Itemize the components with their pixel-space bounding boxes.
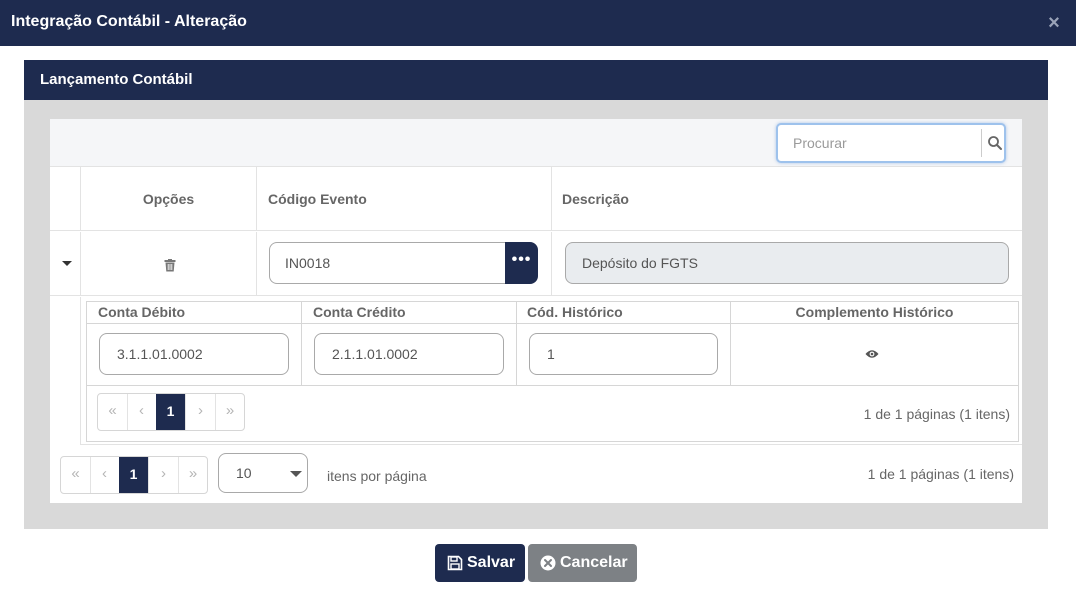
floppy-disk-icon bbox=[447, 555, 463, 571]
items-per-page-label: itens por página bbox=[327, 468, 427, 484]
grid-pagination: « ‹ 1 › » bbox=[60, 456, 208, 494]
trash-icon[interactable] bbox=[164, 259, 176, 272]
options-cell bbox=[81, 232, 257, 296]
credit-account-cell: 2.1.1.01.0002 bbox=[302, 324, 517, 386]
page-size-value: 10 bbox=[236, 465, 252, 481]
debit-account-cell: 3.1.1.01.0002 bbox=[87, 324, 302, 386]
eye-icon[interactable] bbox=[865, 349, 879, 359]
debit-account-input[interactable]: 3.1.1.01.0002 bbox=[99, 333, 289, 375]
credit-account-input[interactable]: 2.1.1.01.0002 bbox=[314, 333, 504, 375]
first-page-button[interactable]: « bbox=[98, 394, 128, 430]
caret-down-icon[interactable] bbox=[62, 261, 72, 266]
column-header-debit-account: Conta Débito bbox=[87, 302, 302, 324]
description-field: Depósito do FGTS bbox=[565, 242, 1009, 284]
modal-header: Integração Contábil - Alteração × bbox=[0, 0, 1076, 46]
panel-header: Lançamento Contábil bbox=[24, 60, 1048, 100]
event-code-cell: IN0018 ••• bbox=[257, 232, 552, 296]
accounting-entry-panel: Lançamento Contábil Opções Código Evento… bbox=[24, 60, 1048, 529]
event-code-input[interactable]: IN0018 bbox=[269, 242, 505, 284]
detail-pagination: « ‹ 1 › » bbox=[97, 393, 245, 431]
modal-title: Integração Contábil - Alteração bbox=[11, 13, 247, 30]
close-icon[interactable]: × bbox=[1046, 13, 1062, 33]
chevron-down-icon bbox=[290, 471, 302, 477]
history-code-cell: 1 bbox=[517, 324, 731, 386]
grid-pagination-info: 1 de 1 páginas (1 itens) bbox=[867, 466, 1014, 482]
column-header-description: Descrição bbox=[562, 191, 629, 207]
history-complement-cell bbox=[731, 324, 1018, 386]
search-icon[interactable] bbox=[987, 135, 1003, 151]
expand-cell bbox=[50, 232, 81, 296]
detail-area: Conta Débito Conta Crédito Cód. Históric… bbox=[80, 297, 1022, 445]
accounts-table: Conta Débito Conta Crédito Cód. Históric… bbox=[86, 301, 1019, 442]
events-grid: Opções Código Evento Descrição bbox=[50, 119, 1022, 503]
column-header-history-code: Cód. Histórico bbox=[517, 302, 731, 324]
grid-toolbar bbox=[50, 119, 1022, 167]
next-page-button[interactable]: › bbox=[186, 394, 216, 430]
description-cell: Depósito do FGTS bbox=[552, 232, 1022, 296]
prev-page-button[interactable]: ‹ bbox=[90, 457, 120, 493]
history-code-input[interactable]: 1 bbox=[529, 333, 718, 375]
panel-title: Lançamento Contábil bbox=[40, 71, 193, 88]
search-box bbox=[776, 123, 1006, 163]
last-page-button[interactable]: » bbox=[178, 457, 208, 493]
prev-page-button[interactable]: ‹ bbox=[127, 394, 157, 430]
modal-dialog: Integração Contábil - Alteração × Lançam… bbox=[0, 0, 1076, 594]
detail-pagination-info: 1 de 1 páginas (1 itens) bbox=[863, 406, 1010, 422]
cancel-button-label: Cancelar bbox=[560, 554, 628, 571]
page-1-button[interactable]: 1 bbox=[156, 394, 186, 430]
next-page-button[interactable]: › bbox=[149, 457, 179, 493]
save-button[interactable]: Salvar bbox=[435, 544, 525, 582]
page-size-select[interactable]: 10 bbox=[218, 453, 308, 493]
grid-header-row: Opções Código Evento Descrição bbox=[50, 167, 1022, 231]
first-page-button[interactable]: « bbox=[61, 457, 91, 493]
column-header-options: Opções bbox=[81, 167, 257, 231]
cancel-circle-icon bbox=[540, 555, 556, 571]
save-button-label: Salvar bbox=[467, 554, 516, 571]
table-row: IN0018 ••• Depósito do FGTS bbox=[50, 232, 1022, 296]
last-page-button[interactable]: » bbox=[215, 394, 245, 430]
page-1-button[interactable]: 1 bbox=[119, 457, 149, 493]
column-header-credit-account: Conta Crédito bbox=[302, 302, 517, 324]
cancel-button[interactable]: Cancelar bbox=[528, 544, 637, 582]
lookup-button[interactable]: ••• bbox=[505, 242, 538, 284]
search-input[interactable] bbox=[779, 126, 979, 160]
column-header-history-complement: Complemento Histórico bbox=[731, 302, 1018, 324]
search-separator bbox=[981, 129, 982, 157]
column-header-event-code: Código Evento bbox=[257, 167, 552, 231]
expand-column-header bbox=[50, 167, 81, 231]
